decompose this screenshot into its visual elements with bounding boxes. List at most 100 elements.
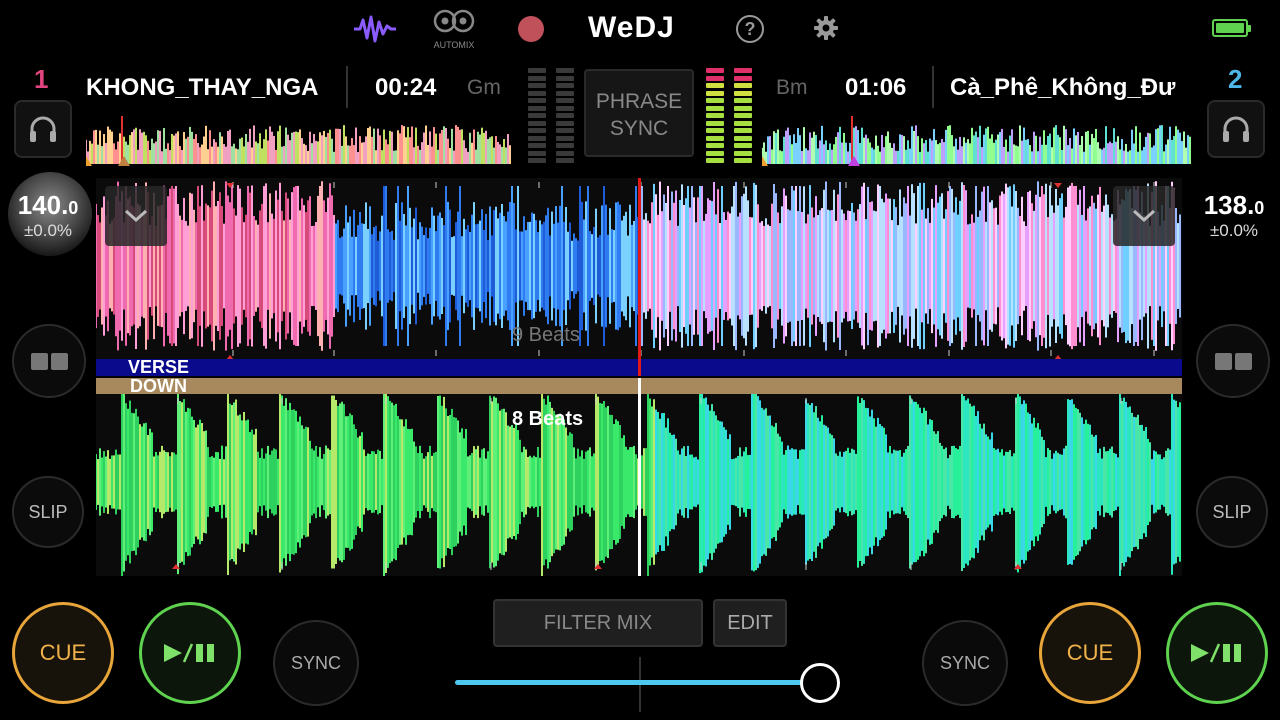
loop-icon xyxy=(30,352,68,370)
vu-segment xyxy=(556,113,574,118)
vu-segment xyxy=(734,120,752,126)
vu-segment xyxy=(706,120,724,126)
deck1-beats-label: 9 Beats xyxy=(512,324,580,346)
deck2-slip-button[interactable]: SLIP xyxy=(1196,476,1268,548)
vu-segment xyxy=(706,83,724,88)
deck1-slip-button[interactable]: SLIP xyxy=(12,476,84,548)
vu-segment xyxy=(528,113,546,118)
deck2-loop-button[interactable] xyxy=(1196,324,1270,398)
deck1-collapse-button[interactable] xyxy=(105,186,167,246)
gear-icon[interactable] xyxy=(812,14,840,47)
deck2-vu-meter-2 xyxy=(734,68,752,166)
vu-segment xyxy=(734,158,752,163)
vu-segment xyxy=(706,105,724,111)
vu-segment xyxy=(528,75,546,81)
vu-segment xyxy=(528,128,546,133)
deck1-key: Gm xyxy=(467,76,501,99)
vu-segment xyxy=(528,150,546,156)
deck2-time: 01:06 xyxy=(845,74,907,101)
deck1-bpm-display[interactable]: 140.0 ±0.0% xyxy=(6,190,90,241)
automix-label: AUTOMIX xyxy=(433,40,475,50)
waveform-icon[interactable] xyxy=(352,14,398,49)
vu-segment xyxy=(706,75,724,81)
loop-icon xyxy=(1214,352,1252,370)
deck1-overview-waveform[interactable] xyxy=(86,116,512,166)
deck2-bpm-display[interactable]: 138.0 ±0.0% xyxy=(1192,190,1276,241)
crossfader-knob[interactable] xyxy=(800,663,840,703)
vu-segment xyxy=(734,98,752,103)
deck2-number: 2 xyxy=(1228,64,1243,94)
deck2-track-title[interactable]: Cà_Phê_Không_Đư xyxy=(950,74,1190,102)
deck2-overview-waveform[interactable] xyxy=(762,116,1192,166)
chevron-down-icon xyxy=(1132,209,1156,223)
vu-segment xyxy=(528,90,546,96)
vu-segment xyxy=(734,128,752,133)
deck1-vu-meter xyxy=(528,68,546,166)
vu-segment xyxy=(706,68,724,73)
vu-segment xyxy=(734,105,752,111)
play-pause-icon xyxy=(1191,643,1241,663)
vu-segment xyxy=(734,90,752,96)
deck1-cue-button[interactable]: CUE xyxy=(12,602,114,704)
deck2-bpm-int: 138. xyxy=(1203,190,1255,220)
automix-button[interactable]: AUTOMIX xyxy=(430,8,478,50)
vu-segment xyxy=(556,105,574,111)
filter-mix-button[interactable]: FILTER MIX xyxy=(493,599,703,647)
edit-button[interactable]: EDIT xyxy=(713,599,787,647)
vu-segment xyxy=(706,98,724,103)
vu-segment xyxy=(706,158,724,163)
automix-icon xyxy=(433,9,475,33)
vu-segment xyxy=(556,158,574,163)
vu-segment xyxy=(556,90,574,96)
deck2-headphone-button[interactable] xyxy=(1207,100,1265,158)
deck1-number: 1 xyxy=(34,64,49,94)
deck2-beats-label: 8 Beats xyxy=(512,408,584,430)
vu-segment xyxy=(734,113,752,118)
phrase-sync-button[interactable]: PHRASE SYNC xyxy=(584,69,694,157)
vu-segment xyxy=(556,83,574,88)
record-icon[interactable] xyxy=(518,16,544,42)
deck1-headphone-button[interactable] xyxy=(14,100,72,158)
vu-segment xyxy=(528,98,546,103)
headphone-icon xyxy=(30,116,56,142)
vu-segment xyxy=(556,135,574,141)
deck2-vu-meter xyxy=(706,68,724,166)
vu-segment xyxy=(734,75,752,81)
vu-segment xyxy=(528,158,546,163)
deck1-bpm-int: 140. xyxy=(17,190,69,220)
battery-icon xyxy=(1212,19,1251,37)
vu-segment xyxy=(556,128,574,133)
vu-segment xyxy=(734,150,752,156)
crossfader-track[interactable] xyxy=(455,680,820,685)
deck1-track-title[interactable]: KHONG_THAY_NGA xyxy=(86,74,328,102)
deck1-playhead xyxy=(638,178,641,376)
vu-segment xyxy=(706,128,724,133)
phrase-label-verse: VERSE xyxy=(128,357,190,377)
vu-segment xyxy=(556,120,574,126)
vu-segment xyxy=(556,75,574,81)
vu-segment xyxy=(706,113,724,118)
deck2-cue-button[interactable]: CUE xyxy=(1039,602,1141,704)
help-icon[interactable]: ? xyxy=(736,15,764,43)
vu-segment xyxy=(528,135,546,141)
headphone-icon xyxy=(1223,116,1249,142)
vu-segment xyxy=(556,68,574,73)
deck2-collapse-button[interactable] xyxy=(1113,186,1175,246)
deck1-play-pause-button[interactable] xyxy=(139,602,241,704)
deck2-pitch: ±0.0% xyxy=(1209,221,1259,240)
vu-segment xyxy=(734,143,752,148)
deck2-sync-button[interactable]: SYNC xyxy=(922,620,1008,706)
deck1-loop-button[interactable] xyxy=(12,324,86,398)
vu-segment xyxy=(556,98,574,103)
deck1-bpm-dec: 0 xyxy=(68,198,79,218)
deck1-time: 00:24 xyxy=(375,74,437,101)
deck1-sync-button[interactable]: SYNC xyxy=(273,620,359,706)
deck2-play-pause-button[interactable] xyxy=(1166,602,1268,704)
vu-segment xyxy=(556,143,574,148)
vu-segment xyxy=(706,135,724,141)
vu-segment xyxy=(528,143,546,148)
vu-segment xyxy=(528,120,546,126)
deck1-vu-meter-2 xyxy=(556,68,574,166)
phrase-sync-line1: PHRASE xyxy=(595,90,683,113)
vu-segment xyxy=(528,83,546,88)
